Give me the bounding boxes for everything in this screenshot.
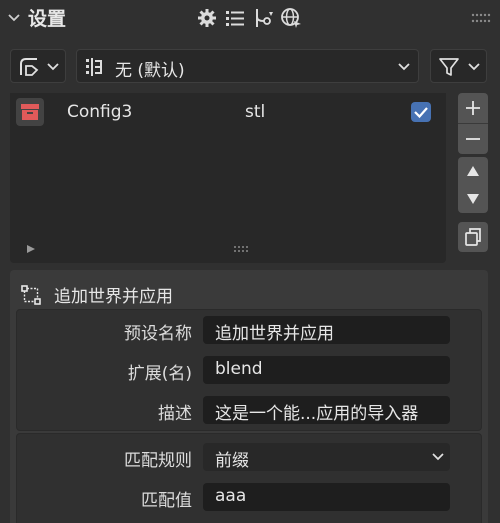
preset-name-label: 预设名称 [124, 324, 192, 344]
filter-icon [439, 58, 459, 76]
gear-icon[interactable] [196, 7, 218, 29]
panel-title: 追加世界并应用 [54, 287, 173, 307]
move-group [458, 157, 488, 213]
config-list: Config3 stl [10, 93, 446, 263]
extension-label: 扩展(名) [127, 364, 192, 384]
expand-triangle-icon[interactable] [26, 244, 36, 254]
match-value-label: 匹配值 [141, 491, 192, 511]
check-icon [414, 107, 428, 119]
sort-icon[interactable] [252, 7, 274, 29]
basic-props-box: 预设名称 追加世界并应用 扩展(名) blend 描述 这是一个能...应用的导… [16, 309, 482, 431]
panel-title: 设置 [28, 8, 67, 30]
config-select-value: 无 (默认) [115, 61, 185, 81]
chevron-down-icon[interactable] [6, 10, 22, 26]
plus-icon [466, 101, 480, 115]
preset-panel: 追加世界并应用 预设名称 追加世界并应用 扩展(名) blend 描述 这是一个… [10, 270, 488, 523]
list-item-ext: stl [245, 102, 266, 122]
panel-header: 设置 [0, 0, 500, 38]
chevron-down-icon [47, 63, 59, 71]
triangle-up-icon [467, 166, 479, 176]
extension-field[interactable]: blend [203, 356, 450, 384]
header-icons [196, 7, 302, 29]
match-props-box: 匹配规则 前缀 匹配值 aaa [16, 433, 482, 523]
enabled-checkbox[interactable] [411, 102, 431, 122]
chevron-down-icon [398, 63, 410, 71]
minus-icon [466, 138, 480, 140]
match-rule-dropdown[interactable]: 前缀 [203, 443, 450, 471]
list-item-name: Config3 [67, 102, 133, 122]
move-up-button[interactable] [458, 157, 488, 185]
preset-menu-button[interactable] [10, 49, 66, 83]
resize-grip-icon[interactable] [233, 245, 251, 253]
description-field[interactable]: 这是一个能...应用的导入器 [203, 396, 450, 424]
config-list-icon [86, 58, 102, 76]
preset-name-field[interactable]: 追加世界并应用 [203, 316, 450, 344]
list-item[interactable]: Config3 stl [10, 93, 446, 133]
list-icon[interactable] [224, 7, 246, 29]
match-rule-label: 匹配规则 [124, 451, 192, 471]
config-select[interactable]: 无 (默认) [76, 49, 419, 83]
archive-icon [16, 98, 44, 126]
triangle-down-icon [467, 194, 479, 204]
match-value-field[interactable]: aaa [203, 483, 450, 511]
filter-menu-button[interactable] [430, 49, 487, 83]
chevron-down-icon [468, 63, 480, 71]
description-label: 描述 [158, 404, 192, 424]
remove-button[interactable] [458, 124, 488, 154]
drag-grip-icon[interactable] [470, 11, 492, 25]
globe-icon[interactable] [280, 7, 302, 29]
move-down-button[interactable] [458, 185, 488, 213]
chevron-down-icon [432, 453, 444, 461]
preset-icon [20, 58, 39, 76]
add-remove-group [458, 93, 488, 154]
copy-button[interactable] [458, 222, 488, 252]
add-button[interactable] [458, 93, 488, 123]
node-link-icon [21, 285, 41, 305]
copy-icon [465, 228, 481, 246]
